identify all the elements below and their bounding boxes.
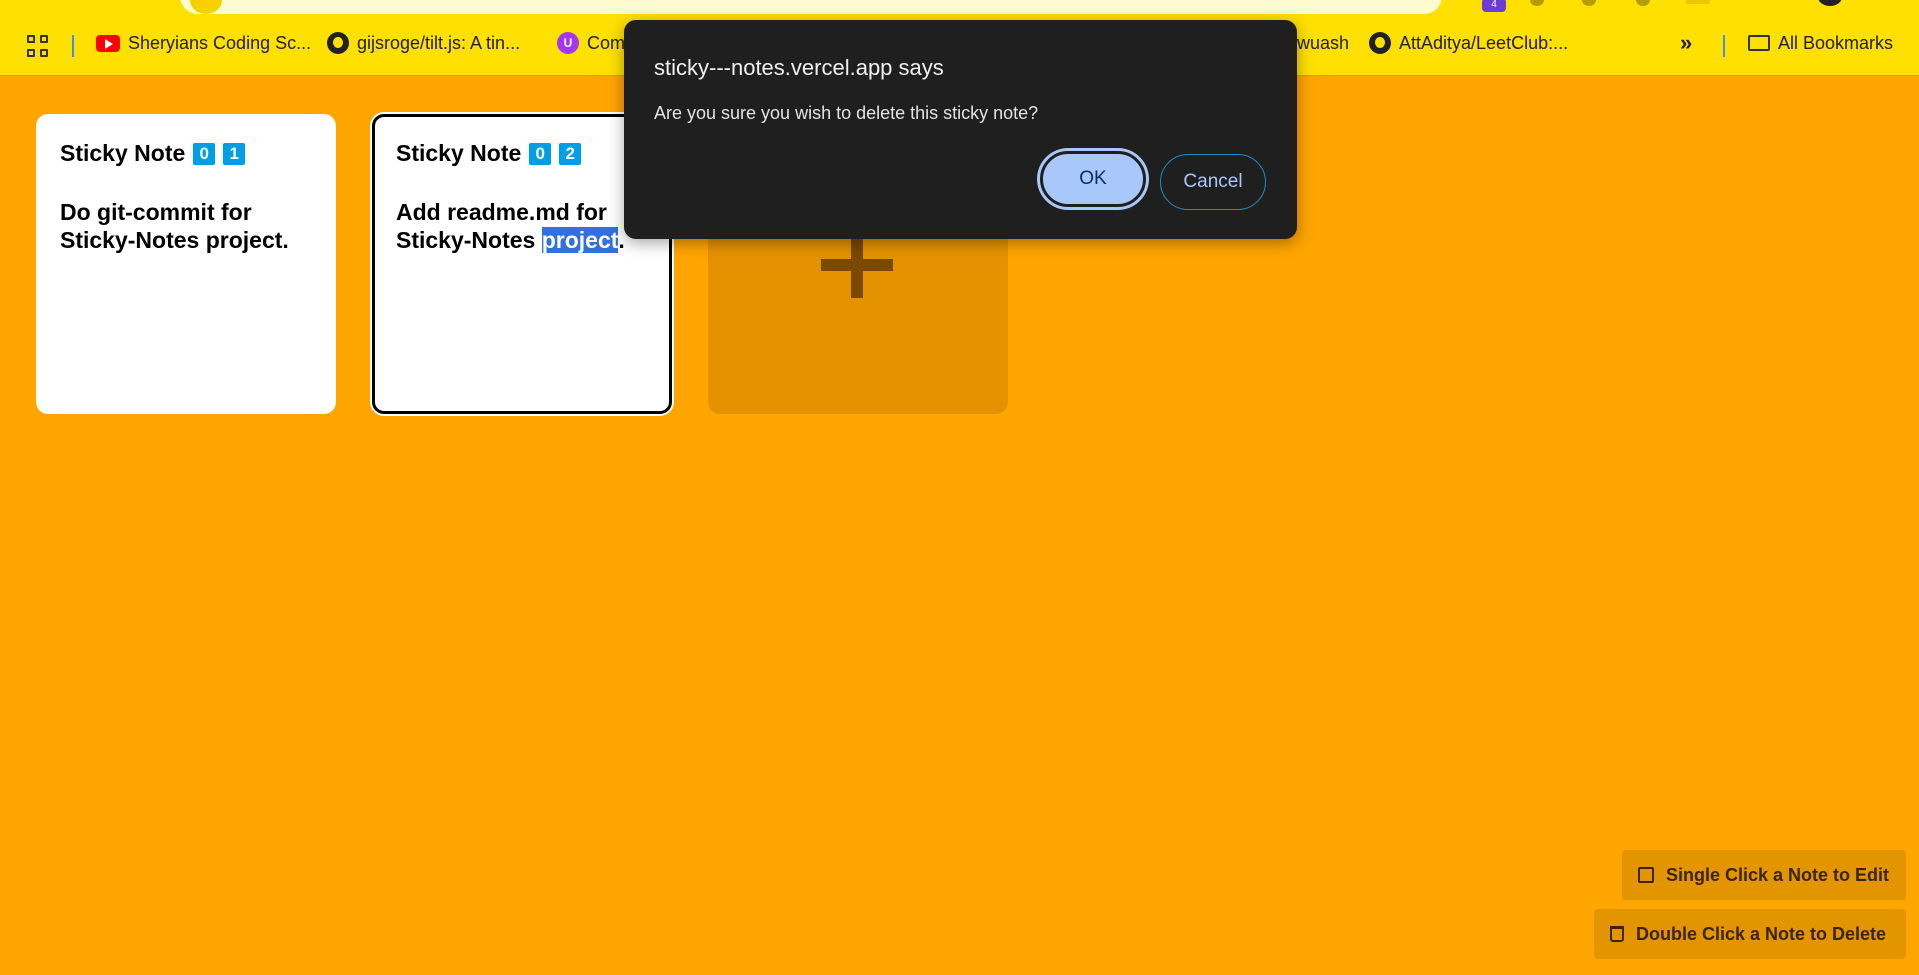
ok-button[interactable]: OK (1040, 151, 1146, 207)
bookmark-item[interactable]: Sheryians Coding Sc... (96, 32, 311, 54)
youtube-icon (96, 34, 120, 52)
edit-hint-label: Single Click a Note to Edit (1666, 864, 1890, 885)
note-body-line: Do git-commit for (60, 199, 252, 225)
edit-hint-button[interactable]: Single Click a Note to Edit (1622, 850, 1906, 900)
bookmark-item[interactable]: U Com (557, 32, 625, 54)
bookmark-item[interactable]: gijsroge/tilt.js: A tin... (327, 32, 520, 54)
bookmark-item[interactable]: AttAditya/LeetClub:... (1369, 32, 1568, 54)
note-badge: 2 (559, 142, 582, 165)
all-bookmarks-button[interactable]: All Bookmarks (1748, 32, 1893, 54)
note-badge: 0 (193, 142, 216, 165)
note-badge: 0 (529, 142, 552, 165)
confirm-dialog: sticky---notes.vercel.app says Are you s… (624, 20, 1297, 239)
bookmark-label: wuash (1297, 32, 1350, 53)
note-badge: 1 (223, 142, 246, 165)
dialog-title: sticky---notes.vercel.app says (654, 55, 944, 80)
note-body[interactable]: Do git-commit for Sticky-Notes project. (60, 198, 312, 254)
extension-badge[interactable]: 4 (1482, 0, 1506, 12)
address-bar[interactable] (180, 0, 1442, 14)
bookmark-item[interactable]: wuash (1297, 32, 1349, 54)
dialog-message: Are you sure you wish to delete this sti… (654, 103, 1039, 123)
bookmark-label: AttAditya/LeetClub:... (1399, 32, 1569, 53)
bookmark-label: Sheryians Coding Sc... (128, 32, 312, 53)
cancel-button[interactable]: Cancel (1160, 154, 1266, 210)
github-icon (1369, 32, 1391, 54)
bookmark-label: gijsroge/tilt.js: A tin... (357, 32, 521, 53)
note-header: Sticky Note 0 2 (396, 140, 648, 167)
note-body[interactable]: Add readme.md for Sticky-Notes project. (396, 198, 648, 254)
trash-icon (1610, 926, 1624, 942)
sticky-note[interactable]: Sticky Note 0 1 Do git-commit for Sticky… (36, 114, 336, 414)
note-title: Sticky Note (60, 140, 186, 166)
note-title: Sticky Note (396, 140, 522, 166)
bookmark-label: Com (587, 32, 626, 53)
note-body-line: Add readme.md for (396, 199, 607, 225)
github-icon (327, 32, 349, 54)
note-text: Sticky-Notes (396, 227, 542, 253)
divider (1723, 35, 1725, 57)
chevron-right-icon: » (1680, 30, 1693, 55)
divider (72, 35, 74, 57)
delete-hint-label: Double Click a Note to Delete (1636, 923, 1887, 944)
note-header: Sticky Note 0 1 (60, 140, 312, 167)
all-bookmarks-label: All Bookmarks (1778, 32, 1894, 53)
folder-icon (1748, 35, 1770, 51)
extension-icon[interactable] (1686, 0, 1710, 4)
edit-icon (1638, 867, 1654, 883)
note-body-line: Sticky-Notes project. (60, 227, 289, 253)
apps-grid-icon[interactable] (27, 35, 49, 57)
selected-text: project (541, 227, 619, 253)
note-body-line: Sticky-Notes project. (396, 226, 648, 254)
udemy-icon: U (557, 32, 579, 54)
more-bookmarks-button[interactable]: » (1680, 30, 1693, 55)
plus-icon (851, 232, 863, 298)
delete-hint-button[interactable]: Double Click a Note to Delete (1594, 909, 1906, 959)
